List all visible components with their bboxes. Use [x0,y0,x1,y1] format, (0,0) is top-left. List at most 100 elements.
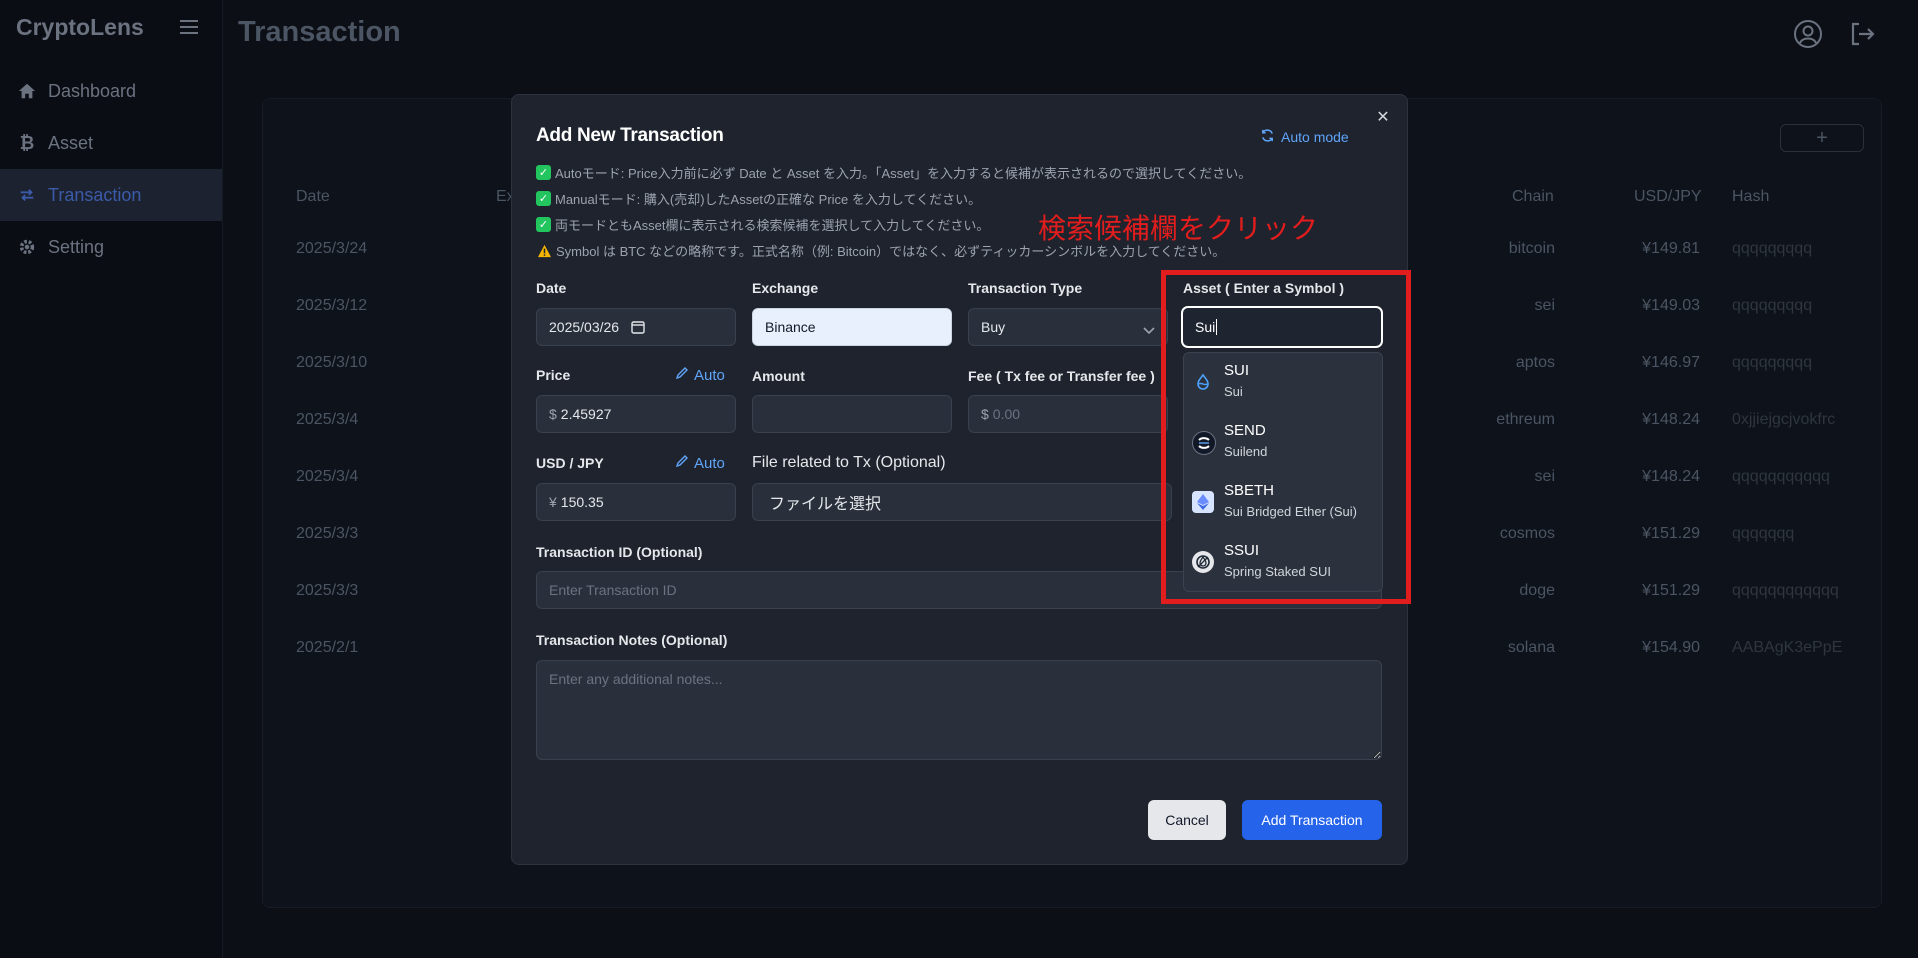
pencil-icon [675,366,689,384]
file-label: File related to Tx (Optional) [752,454,946,471]
exchange-label: Exchange [752,280,819,296]
transaction-type-select[interactable]: Buy [968,308,1168,346]
transaction-type-label: Transaction Type [968,280,1083,296]
sidebar: CryptoLens Dashboard ₿ Asset Transaction… [0,0,223,958]
note-auto-mode: ✓ Autoモード: Price入力前に必ず Date と Asset を入力。「… [536,163,1251,182]
logout-icon[interactable] [1846,18,1878,50]
date-input[interactable]: 2025/03/26 [536,308,736,346]
sidebar-item-label: Asset [48,132,94,153]
table-cell-date: 2025/3/4 [296,411,359,428]
table-cell-usdjpy: ¥149.81 [1642,240,1700,257]
brand-logo[interactable]: CryptoLens [16,14,144,41]
sidebar-item-label: Setting [48,236,105,257]
file-chooser-label: ファイルを選択 [769,496,882,513]
modal-title: Add New Transaction [536,125,724,146]
table-cell-date: 2025/3/24 [296,240,368,257]
column-header-usdjpy: USD/JPY [1634,188,1702,205]
check-icon: ✓ [536,217,551,232]
hamburger-menu-icon[interactable] [180,20,198,34]
chevron-down-icon [1143,322,1155,338]
file-chooser-button[interactable]: ファイルを選択 [752,483,1172,521]
currency-prefix: $ [981,406,989,422]
close-icon[interactable]: ✕ [1373,107,1393,127]
table-cell-chain: aptos [1515,354,1555,371]
table-cell-chain: ethreum [1496,411,1555,428]
exchange-value: Binance [765,319,816,335]
cancel-button[interactable]: Cancel [1148,800,1226,840]
date-label: Date [536,280,567,296]
sidebar-item-label: Dashboard [48,80,137,101]
highlight-box [1161,270,1411,604]
usdjpy-value: 150.35 [560,494,604,510]
exchange-icon [16,184,38,206]
table-cell-usdjpy: ¥148.24 [1642,411,1700,428]
table-cell-hash: qqqqqqqqqqq [1732,468,1830,485]
table-cell-usdjpy: ¥146.97 [1642,354,1700,371]
transaction-id-placeholder: Enter Transaction ID [549,582,677,598]
price-input[interactable]: $ 2.45927 [536,395,736,433]
header-actions [1792,18,1878,50]
note-manual-mode: ✓ Manualモード: 購入(売却)したAssetの正確な Price を入力し… [536,189,981,208]
table-cell-chain: solana [1507,639,1555,656]
column-header-date: Date [296,188,330,205]
auto-mode-toggle[interactable]: Auto mode [1260,128,1349,146]
note-text: 両モードともAsset欄に表示される検索候補を選択して入力してください。 [555,218,990,233]
check-icon: ✓ [536,191,551,206]
price-auto-button[interactable]: Auto [675,366,725,384]
table-cell-chain: cosmos [1499,525,1555,542]
note-text: Manualモード: 購入(売却)したAssetの正確な Price を入力して… [555,192,982,207]
usdjpy-auto-button[interactable]: Auto [675,454,725,472]
annotation-text: 検索候補欄をクリック [1038,213,1319,244]
table-cell-hash: qqqqqqq [1732,525,1795,542]
table-cell-hash: qqqqqqqqq [1732,297,1813,314]
table-cell-hash: qqqqqqqqq [1732,354,1813,371]
table-cell-date: 2025/3/4 [296,468,359,485]
table-cell-usdjpy: ¥148.24 [1642,468,1700,485]
table-cell-date: 2025/2/1 [296,639,359,656]
price-label: Price [536,367,571,383]
transaction-type-value: Buy [981,319,1006,335]
fee-label: Fee ( Tx fee or Transfer fee ) [968,368,1155,384]
pencil-icon [675,454,689,472]
table-cell-chain: doge [1519,582,1555,599]
note-text: Autoモード: Price入力前に必ず Date と Asset を入力。「A… [555,166,1252,181]
transaction-id-label: Transaction ID (Optional) [536,544,703,560]
fee-placeholder: 0.00 [992,406,1021,422]
exchange-input[interactable]: Binance [752,308,952,346]
currency-prefix: $ [549,406,557,422]
sidebar-item-transaction[interactable]: Transaction [0,169,222,221]
amount-label: Amount [752,368,805,384]
sidebar-item-setting[interactable]: Setting [0,221,222,273]
fee-input[interactable]: $ 0.00 [968,395,1168,433]
usdjpy-label: USD / JPY [536,455,604,471]
column-header-chain: Chain [1512,188,1554,205]
usdjpy-input[interactable]: ¥ 150.35 [536,483,736,521]
bitcoin-icon: ₿ [19,132,35,153]
gear-icon [16,236,38,258]
add-transaction-plus-button[interactable]: + [1780,124,1864,152]
table-cell-chain: sei [1534,297,1555,314]
transaction-notes-textarea[interactable] [536,660,1382,760]
table-cell-usdjpy: ¥154.90 [1642,639,1700,656]
column-header-hash: Hash [1732,188,1770,205]
home-icon [16,80,38,102]
table-cell-date: 2025/3/3 [296,525,359,542]
table-cell-usdjpy: ¥151.29 [1642,582,1700,599]
table-cell-usdjpy: ¥151.29 [1642,525,1700,542]
table-cell-chain: sei [1534,468,1555,485]
add-transaction-button[interactable]: Add Transaction [1242,800,1382,840]
date-value: 2025/03/26 [549,319,620,335]
note-both-modes: ✓ 両モードともAsset欄に表示される検索候補を選択して入力してください。 [536,215,989,234]
amount-input[interactable] [752,395,952,433]
auto-label: Auto [694,366,725,384]
refresh-icon [1260,128,1275,146]
sidebar-item-asset[interactable]: ₿ Asset [0,117,222,169]
page-title: Transaction [238,16,401,48]
sidebar-item-dashboard[interactable]: Dashboard [0,65,222,117]
currency-prefix: ¥ [549,494,557,510]
calendar-icon[interactable] [631,320,645,334]
table-cell-chain: bitcoin [1508,240,1555,257]
user-profile-icon[interactable] [1792,18,1824,50]
table-cell-hash: qqqqqqqqq [1732,240,1813,257]
sidebar-item-label: Transaction [48,184,142,205]
